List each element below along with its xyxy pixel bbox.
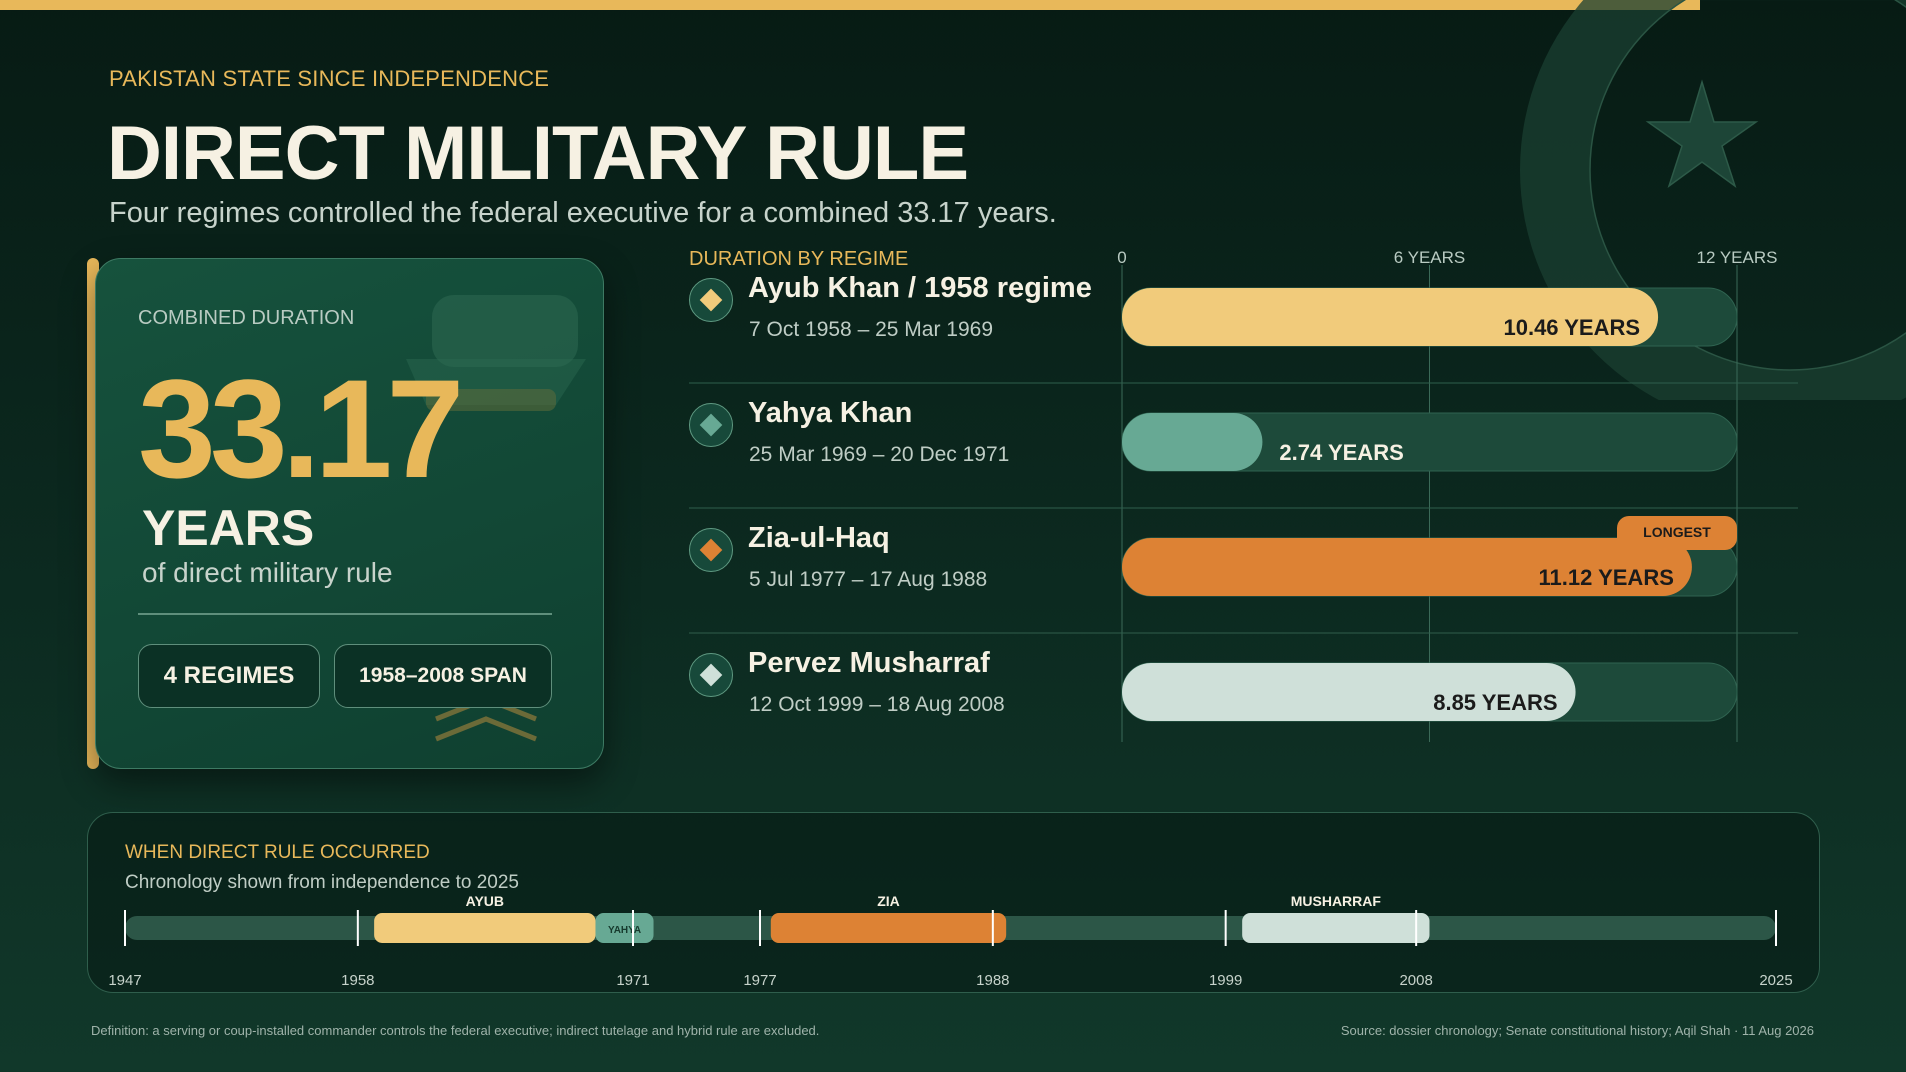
timeline-period-label: ZIA: [877, 893, 900, 909]
x-tick-label: 0: [1117, 248, 1126, 267]
timeline-tick-label: 1971: [616, 972, 649, 989]
bar-value-label: 11.12 YEARS: [1539, 565, 1674, 590]
timeline-period-label: MUSHARRAF: [1291, 893, 1382, 909]
timeline-period-label: YAHYA: [608, 925, 641, 936]
timeline-period-ayub: [374, 913, 596, 943]
chart-canvas: 0 6 YEARS 12 YEARS 10.46 YEARS 2.74 YEARS LON…: [108, 248, 1798, 989]
longest-badge-label: LONGEST: [1643, 524, 1711, 540]
timeline-tick-label: 1947: [108, 972, 141, 989]
timeline-tick-label: 1988: [976, 972, 1009, 989]
bar-yahya: [1122, 413, 1263, 471]
x-tick-label: 6 YEARS: [1394, 248, 1466, 267]
timeline-period-musharraf: [1242, 913, 1430, 943]
timeline-tick-label: 1999: [1209, 972, 1242, 989]
timeline-tick-label: 2025: [1759, 972, 1792, 989]
timeline-period-label: AYUB: [466, 893, 504, 909]
definition-footnote: Definition: a serving or coup-installed …: [91, 1023, 820, 1038]
source-footnote: Source: dossier chronology; Senate const…: [1340, 1023, 1814, 1038]
timeline-tick-label: 1958: [341, 972, 374, 989]
timeline-tick-label: 1977: [743, 972, 776, 989]
timeline-period-zia: [770, 913, 1007, 943]
bar-value-label: 10.46 YEARS: [1503, 315, 1640, 340]
timeline-tick-label: 2008: [1399, 972, 1432, 989]
bar-value-label: 2.74 YEARS: [1279, 440, 1403, 465]
x-tick-label: 12 YEARS: [1697, 248, 1778, 267]
bar-value-label: 8.85 YEARS: [1433, 690, 1557, 715]
